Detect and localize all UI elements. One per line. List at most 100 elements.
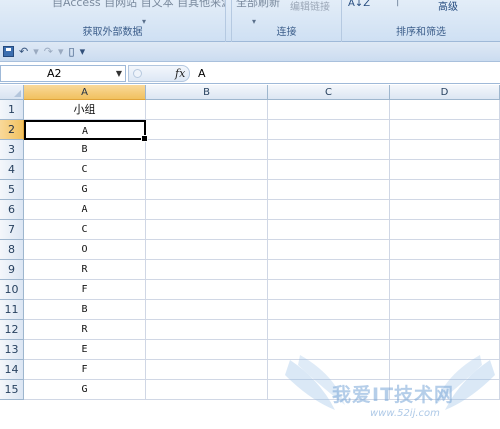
ribbon: 自Access 自网站 自文本 自其他来源 ▾ 获取外部数据 全部刷新 编辑链接… <box>0 0 500 42</box>
save-icon[interactable] <box>3 46 14 57</box>
row-header[interactable]: 1 <box>0 100 24 120</box>
cell[interactable] <box>268 380 390 400</box>
cell[interactable] <box>146 240 268 260</box>
cell[interactable] <box>390 320 500 340</box>
cell[interactable] <box>268 340 390 360</box>
cell[interactable] <box>390 300 500 320</box>
cell[interactable] <box>268 180 390 200</box>
chevron-down-icon[interactable]: ▾ <box>33 45 39 58</box>
cell[interactable] <box>390 380 500 400</box>
insert-function-icon[interactable]: fx <box>175 67 185 80</box>
cell[interactable] <box>390 280 500 300</box>
cell[interactable] <box>390 160 500 180</box>
cell-a[interactable]: C <box>24 220 146 240</box>
row-header[interactable]: 3 <box>0 140 24 160</box>
row-header[interactable]: 9 <box>0 260 24 280</box>
select-all-corner[interactable] <box>0 85 24 100</box>
cell[interactable] <box>268 140 390 160</box>
ribbon-group-sort-filter: A↓Z | 高级 排序和筛选 <box>342 0 500 42</box>
cell[interactable] <box>146 100 268 120</box>
cell[interactable] <box>268 300 390 320</box>
cell[interactable] <box>146 340 268 360</box>
column-header-c[interactable]: C <box>268 85 390 100</box>
cell[interactable] <box>146 280 268 300</box>
cell[interactable] <box>390 100 500 120</box>
cell[interactable] <box>146 360 268 380</box>
row-header[interactable]: 6 <box>0 200 24 220</box>
cell[interactable] <box>146 380 268 400</box>
cell-a[interactable]: B <box>24 140 146 160</box>
cell-a[interactable]: O <box>24 240 146 260</box>
refresh-all-button[interactable]: 全部刷新 <box>236 0 280 10</box>
cell-a[interactable]: G <box>24 180 146 200</box>
row-header[interactable]: 5 <box>0 180 24 200</box>
row-header[interactable]: 2 <box>0 120 24 140</box>
cell-a[interactable]: E <box>24 340 146 360</box>
cell[interactable] <box>390 240 500 260</box>
chevron-down-icon[interactable]: ▼ <box>116 66 122 81</box>
cell-a[interactable]: F <box>24 360 146 380</box>
cell[interactable] <box>268 120 390 140</box>
cell[interactable] <box>268 280 390 300</box>
cell-a[interactable]: R <box>24 320 146 340</box>
cell[interactable] <box>390 200 500 220</box>
sort-az-icon[interactable]: A↓Z <box>348 0 370 9</box>
row-header[interactable]: 8 <box>0 240 24 260</box>
row-header[interactable]: 13 <box>0 340 24 360</box>
row-header[interactable]: 15 <box>0 380 24 400</box>
row-header[interactable]: 7 <box>0 220 24 240</box>
cell[interactable] <box>390 340 500 360</box>
cell-a[interactable]: F <box>24 280 146 300</box>
chevron-down-icon[interactable]: ▾ <box>58 45 64 58</box>
cell[interactable] <box>146 200 268 220</box>
cell[interactable] <box>268 220 390 240</box>
column-header-d[interactable]: D <box>390 85 500 100</box>
cell[interactable] <box>146 140 268 160</box>
undo-icon[interactable]: ↶ <box>19 45 28 58</box>
cell-a[interactable]: 小组 <box>24 100 146 120</box>
cell[interactable] <box>390 140 500 160</box>
cell[interactable] <box>268 320 390 340</box>
cell-a[interactable]: A <box>24 120 148 142</box>
row-header[interactable]: 11 <box>0 300 24 320</box>
cell[interactable] <box>268 360 390 380</box>
advanced-filter-button[interactable]: 高级 <box>438 0 458 13</box>
redo-icon[interactable]: ↷ <box>44 45 53 58</box>
cell[interactable] <box>268 160 390 180</box>
cell[interactable] <box>390 220 500 240</box>
cell[interactable] <box>390 120 500 140</box>
formula-input[interactable]: A <box>198 65 206 82</box>
cell[interactable] <box>146 220 268 240</box>
ribbon-cut-text[interactable]: 自Access 自网站 自文本 自其他来源 <box>52 0 225 10</box>
cell[interactable] <box>146 120 268 140</box>
cell-a[interactable]: R <box>24 260 146 280</box>
row-header[interactable]: 10 <box>0 280 24 300</box>
cell[interactable] <box>146 180 268 200</box>
cell-a[interactable]: G <box>24 380 146 400</box>
customize-toolbar-icon[interactable]: ▾ <box>80 45 86 58</box>
ribbon-button[interactable]: | <box>396 0 399 7</box>
cell[interactable] <box>146 300 268 320</box>
row-header[interactable]: 14 <box>0 360 24 380</box>
column-header-b[interactable]: B <box>146 85 268 100</box>
resize-grip-icon[interactable] <box>133 69 142 78</box>
cell[interactable] <box>268 260 390 280</box>
cell[interactable] <box>390 260 500 280</box>
cell[interactable] <box>390 180 500 200</box>
column-header-a[interactable]: A <box>24 85 146 100</box>
row-header[interactable]: 12 <box>0 320 24 340</box>
cell-a[interactable]: A <box>24 200 146 220</box>
name-box[interactable]: A2 ▼ <box>0 65 126 82</box>
cell[interactable] <box>268 240 390 260</box>
cell[interactable] <box>268 200 390 220</box>
cell[interactable] <box>146 320 268 340</box>
cell[interactable] <box>146 260 268 280</box>
cell-a[interactable]: B <box>24 300 146 320</box>
cell-a[interactable]: C <box>24 160 146 180</box>
cell[interactable] <box>390 360 500 380</box>
new-document-icon[interactable]: ▯ <box>69 45 75 58</box>
cell[interactable] <box>146 160 268 180</box>
edit-links-button[interactable]: 编辑链接 <box>290 0 330 13</box>
row-header[interactable]: 4 <box>0 160 24 180</box>
cell[interactable] <box>268 100 390 120</box>
